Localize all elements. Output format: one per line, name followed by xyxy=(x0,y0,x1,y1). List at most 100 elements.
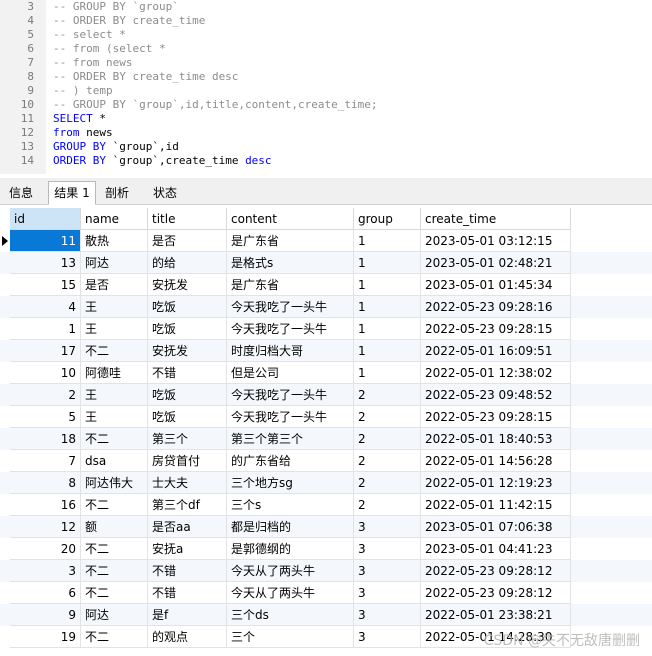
cell-content[interactable]: 今天我吃了一头牛 xyxy=(227,296,354,318)
table-row[interactable]: 3 不二 不错 今天从了两头牛 3 2022-05-23 09:28:12 xyxy=(0,560,652,582)
cell-title[interactable]: 不错 xyxy=(148,582,227,604)
cell-title[interactable]: 的给 xyxy=(148,252,227,274)
tab-status[interactable]: 状态 xyxy=(146,181,184,203)
table-row[interactable]: 15 是否 安抚发 是广东省 1 2023-05-01 01:45:34 xyxy=(0,274,652,296)
cell-title[interactable]: 吃饭 xyxy=(148,318,227,340)
cell-group[interactable]: 1 xyxy=(354,296,421,318)
cell-name[interactable]: 王 xyxy=(81,384,148,406)
cell-group[interactable]: 1 xyxy=(354,274,421,296)
cell-create-time[interactable]: 2022-05-01 12:19:23 xyxy=(421,472,571,494)
table-row[interactable]: 18 不二 第三个 第三个第三个 2 2022-05-01 18:40:53 xyxy=(0,428,652,450)
result-grid[interactable]: id name title content group create_time … xyxy=(0,205,652,656)
cell-id[interactable]: 12 xyxy=(10,516,81,538)
cell-name[interactable]: 是否 xyxy=(81,274,148,296)
table-row[interactable]: 20 不二 安抚a 是郭德纲的 3 2023-05-01 04:41:23 xyxy=(0,538,652,560)
cell-name[interactable]: dsa xyxy=(81,450,148,472)
cell-create-time[interactable]: 2022-05-01 16:09:51 xyxy=(421,340,571,362)
table-row[interactable]: 2 王吃饭 今天我吃了一头牛 2 2022-05-23 09:48:52 xyxy=(0,384,652,406)
cell-title[interactable]: 士大夫 xyxy=(148,472,227,494)
cell-title[interactable]: 不错 xyxy=(148,560,227,582)
cell-name[interactable]: 阿达 xyxy=(81,604,148,626)
cell-title[interactable]: 吃饭 xyxy=(148,384,227,406)
cell-name[interactable]: 不二 xyxy=(81,560,148,582)
table-row[interactable]: 11 散热 是否 是广东省 1 2023-05-01 03:12:15 xyxy=(0,230,652,252)
table-row[interactable]: 7 dsa 房贷首付 的广东省给 2 2022-05-01 14:56:28 xyxy=(0,450,652,472)
cell-name[interactable]: 散热 xyxy=(81,230,148,252)
cell-create-time[interactable]: 2022-05-23 09:28:15 xyxy=(421,406,571,428)
cell-id[interactable]: 15 xyxy=(10,274,81,296)
cell-id[interactable]: 6 xyxy=(10,582,81,604)
cell-title[interactable]: 是f xyxy=(148,604,227,626)
cell-content[interactable]: 今天我吃了一头牛 xyxy=(227,318,354,340)
cell-group[interactable]: 3 xyxy=(354,604,421,626)
cell-id[interactable]: 3 xyxy=(10,560,81,582)
cell-id[interactable]: 9 xyxy=(10,604,81,626)
cell-content[interactable]: 今天从了两头牛 xyxy=(227,560,354,582)
cell-group[interactable]: 2 xyxy=(354,406,421,428)
cell-title[interactable]: 房贷首付 xyxy=(148,450,227,472)
cell-name[interactable]: 不二 xyxy=(81,428,148,450)
cell-content[interactable]: 今天从了两头牛 xyxy=(227,582,354,604)
cell-content[interactable]: 时度归档大哥 xyxy=(227,340,354,362)
cell-id[interactable]: 8 xyxy=(10,472,81,494)
cell-create-time[interactable]: 2022-05-01 23:38:21 xyxy=(421,604,571,626)
cell-name[interactable]: 不二 xyxy=(81,340,148,362)
column-header-id[interactable]: id xyxy=(10,208,81,230)
cell-group[interactable]: 3 xyxy=(354,538,421,560)
cell-content[interactable]: 是郭德纲的 xyxy=(227,538,354,560)
cell-id[interactable]: 5 xyxy=(10,406,81,428)
cell-create-time[interactable]: 2023-05-01 02:48:21 xyxy=(421,252,571,274)
cell-title[interactable]: 是否 xyxy=(148,230,227,252)
table-row[interactable]: 17 不二 安抚发 时度归档大哥 1 2022-05-01 16:09:51 xyxy=(0,340,652,362)
cell-name[interactable]: 阿德哇 xyxy=(81,362,148,384)
cell-title[interactable]: 安抚a xyxy=(148,538,227,560)
column-header-title[interactable]: title xyxy=(148,208,227,230)
cell-create-time[interactable]: 2022-05-23 09:48:52 xyxy=(421,384,571,406)
cell-id[interactable]: 20 xyxy=(10,538,81,560)
cell-content[interactable]: 三个s xyxy=(227,494,354,516)
cell-name[interactable]: 不二 xyxy=(81,626,148,648)
sql-editor[interactable]: 3 -- GROUP BY `group` 4 -- ORDER BY create_… xyxy=(0,0,652,174)
cell-create-time[interactable]: 2022-05-23 09:28:12 xyxy=(421,560,571,582)
table-row[interactable]: 16 不二 第三个df 三个s 2 2022-05-01 11:42:15 xyxy=(0,494,652,516)
cell-id[interactable]: 4 xyxy=(10,296,81,318)
cell-name[interactable]: 不二 xyxy=(81,538,148,560)
column-header-content[interactable]: content xyxy=(227,208,354,230)
cell-title[interactable]: 不错 xyxy=(148,362,227,384)
cell-content[interactable]: 三个 xyxy=(227,626,354,648)
cell-create-time[interactable]: 2022-05-23 09:28:15 xyxy=(421,318,571,340)
cell-id[interactable]: 2 xyxy=(10,384,81,406)
cell-id[interactable]: 18 xyxy=(10,428,81,450)
cell-id[interactable]: 10 xyxy=(10,362,81,384)
tab-profile[interactable]: 剖析 xyxy=(98,181,136,203)
cell-content[interactable]: 第三个第三个 xyxy=(227,428,354,450)
cell-content[interactable]: 的广东省给 xyxy=(227,450,354,472)
cell-name[interactable]: 额 xyxy=(81,516,148,538)
cell-title[interactable]: 第三个 xyxy=(148,428,227,450)
cell-id[interactable]: 11 xyxy=(10,230,81,252)
cell-name[interactable]: 王 xyxy=(81,318,148,340)
cell-group[interactable]: 1 xyxy=(354,230,421,252)
cell-content[interactable]: 是广东省 xyxy=(227,274,354,296)
cell-create-time[interactable]: 2022-05-01 14:56:28 xyxy=(421,450,571,472)
column-header-group[interactable]: group xyxy=(354,208,421,230)
cell-id[interactable]: 13 xyxy=(10,252,81,274)
cell-id[interactable]: 16 xyxy=(10,494,81,516)
cell-group[interactable]: 1 xyxy=(354,318,421,340)
cell-create-time[interactable]: 2022-05-23 09:28:12 xyxy=(421,582,571,604)
table-row[interactable]: 10 阿德哇 不错 但是公司 1 2022-05-01 12:38:02 xyxy=(0,362,652,384)
cell-group[interactable]: 1 xyxy=(354,340,421,362)
cell-group[interactable]: 2 xyxy=(354,494,421,516)
cell-create-time[interactable]: 2023-05-01 04:41:23 xyxy=(421,538,571,560)
cell-name[interactable]: 阿达 xyxy=(81,252,148,274)
table-row[interactable]: 4 王吃饭 今天我吃了一头牛 1 2022-05-23 09:28:16 xyxy=(0,296,652,318)
cell-group[interactable]: 2 xyxy=(354,428,421,450)
cell-id[interactable]: 1 xyxy=(10,318,81,340)
cell-group[interactable]: 1 xyxy=(354,252,421,274)
cell-title[interactable]: 安抚发 xyxy=(148,274,227,296)
cell-name[interactable]: 不二 xyxy=(81,494,148,516)
cell-create-time[interactable]: 2022-05-01 11:42:15 xyxy=(421,494,571,516)
cell-create-time[interactable]: 2022-05-01 18:40:53 xyxy=(421,428,571,450)
cell-create-time[interactable]: 2023-05-01 03:12:15 xyxy=(421,230,571,252)
cell-create-time[interactable]: 2022-05-01 12:38:02 xyxy=(421,362,571,384)
